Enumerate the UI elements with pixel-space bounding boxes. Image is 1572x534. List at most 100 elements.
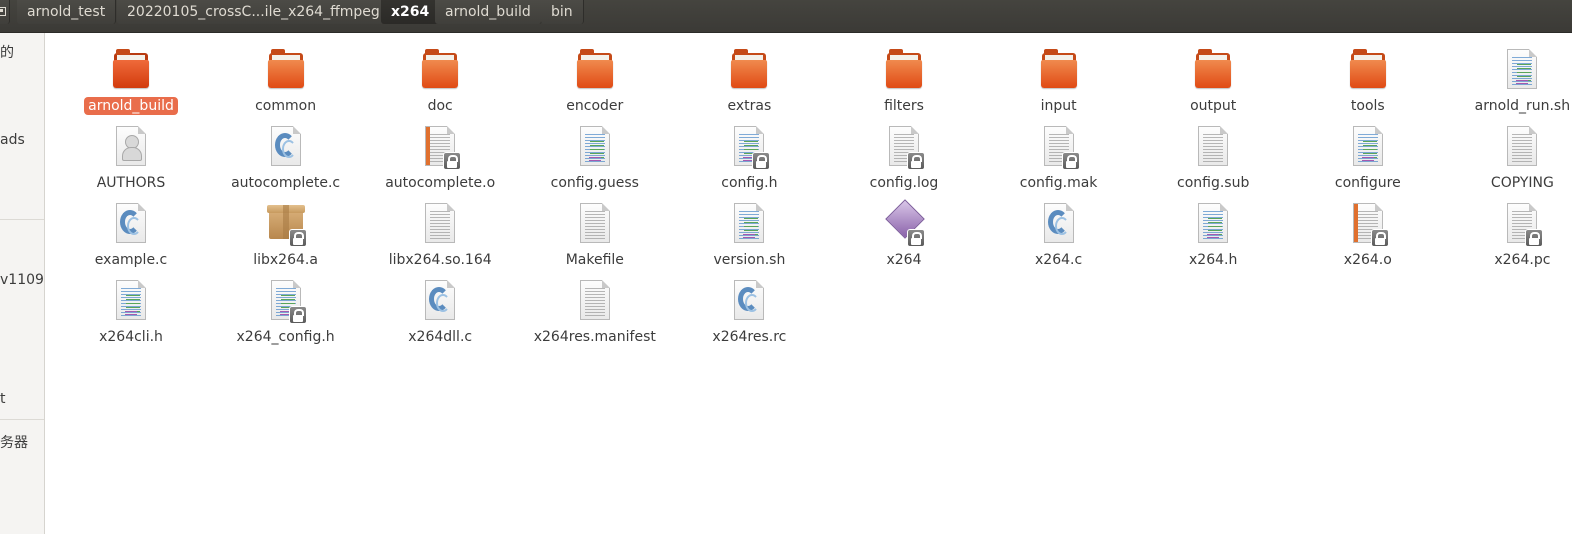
file-name-text: config.log — [869, 175, 939, 191]
file-item[interactable]: libx264.a — [211, 197, 361, 271]
file-name-text: libx264.so.164 — [388, 252, 492, 268]
file-name-label: autocomplete.c — [211, 175, 361, 191]
home-icon — [0, 7, 6, 16]
file-name-label: x264 — [829, 252, 979, 268]
file-name-text: x264.c — [1035, 252, 1083, 268]
lock-emblem-icon — [1061, 152, 1080, 170]
file-item[interactable]: output — [1138, 43, 1288, 117]
sidebar-item-2[interactable]: v1109 — [0, 272, 44, 288]
file-name-text: x264 — [886, 252, 922, 268]
object-file-icon — [1349, 201, 1389, 247]
file-name-label: x264.h — [1138, 252, 1288, 268]
sidebar-item-4[interactable]: 务器 — [0, 432, 28, 452]
file-name-text: x264dll.c — [408, 329, 473, 345]
file-name-label: x264res.rc — [674, 329, 824, 345]
file-name-label: example.c — [56, 252, 206, 268]
file-item[interactable]: autocomplete.o — [365, 120, 515, 194]
lock-emblem-icon — [907, 152, 925, 170]
shell-script-icon — [730, 201, 768, 247]
file-item[interactable]: x264res.rc — [674, 274, 824, 348]
file-item[interactable]: config.h — [674, 120, 824, 194]
c-header-icon — [1194, 201, 1232, 247]
file-item[interactable]: configure — [1293, 120, 1443, 194]
file-item[interactable]: libx264.so.164 — [365, 197, 515, 271]
file-name-label: AUTHORS — [56, 175, 206, 191]
file-name-text: x264.o — [1343, 252, 1392, 268]
authors-file-icon — [112, 124, 150, 170]
crumb-arnold-build[interactable]: arnold_build — [435, 0, 542, 24]
file-name-text: x264cli.h — [99, 329, 163, 345]
file-item[interactable]: doc — [365, 43, 515, 117]
c-source-icon — [421, 278, 459, 324]
c-source-icon — [267, 124, 305, 170]
file-name-text: doc — [427, 98, 453, 114]
file-item[interactable]: extras — [674, 43, 824, 117]
file-name-label: Makefile — [520, 252, 670, 268]
file-item[interactable]: x264.o — [1293, 197, 1443, 271]
file-item[interactable]: encoder — [520, 43, 670, 117]
file-item[interactable]: filters — [829, 43, 979, 117]
file-item[interactable]: x264.c — [984, 197, 1134, 271]
file-item[interactable]: x264 — [829, 197, 979, 271]
script-file-icon — [1349, 124, 1387, 170]
file-item[interactable]: version.sh — [674, 197, 824, 271]
sidebar-item-3[interactable]: t — [0, 391, 6, 407]
file-item[interactable]: x264.h — [1138, 197, 1288, 271]
file-name-text: COPYING — [1490, 175, 1554, 191]
home-crumb-icon[interactable] — [0, 0, 10, 24]
crumb-bin[interactable]: bin — [541, 0, 584, 24]
file-name-text: x264res.manifest — [533, 329, 656, 345]
file-name-label: config.log — [829, 175, 979, 191]
file-item[interactable]: autocomplete.c — [211, 120, 361, 194]
file-item[interactable]: x264_config.h — [211, 274, 361, 348]
file-name-label: doc — [365, 98, 515, 114]
file-item[interactable]: common — [211, 43, 361, 117]
crumb-x264[interactable]: x264 — [381, 0, 441, 24]
file-name-text: input — [1040, 98, 1077, 114]
script-file-icon — [576, 124, 614, 170]
folder-icon — [885, 47, 923, 93]
file-item[interactable]: config.guess — [520, 120, 670, 194]
file-name-label: x264dll.c — [365, 329, 515, 345]
file-name-text: config.mak — [1019, 175, 1098, 191]
file-name-label: libx264.a — [211, 252, 361, 268]
lock-emblem-icon — [907, 229, 925, 247]
lock-emblem-icon — [1370, 229, 1389, 247]
file-name-label: arnold_build — [56, 97, 206, 115]
file-item[interactable]: Makefile — [520, 197, 670, 271]
file-name-label: x264.pc — [1447, 252, 1572, 268]
crumb-arnold-test[interactable]: arnold_test — [17, 0, 117, 24]
file-item[interactable]: example.c — [56, 197, 206, 271]
file-item[interactable]: x264cli.h — [56, 274, 206, 348]
folder-icon — [112, 47, 150, 93]
folder-icon — [576, 47, 614, 93]
folder-icon — [1349, 47, 1387, 93]
file-item[interactable]: x264dll.c — [365, 274, 515, 348]
path-bar: arnold_test 20220105_crossC...ile_x264_f… — [0, 0, 1572, 33]
file-item[interactable]: arnold_run.sh — [1447, 43, 1572, 117]
file-item[interactable]: config.log — [829, 120, 979, 194]
sidebar-item-1[interactable]: ads — [0, 132, 25, 148]
text-file-icon — [576, 201, 614, 247]
file-item[interactable]: config.sub — [1138, 120, 1288, 194]
file-name-text: AUTHORS — [96, 175, 166, 191]
file-name-label: config.mak — [984, 175, 1134, 191]
file-item[interactable]: x264.pc — [1447, 197, 1572, 271]
file-item[interactable]: input — [984, 43, 1134, 117]
file-item[interactable]: config.mak — [984, 120, 1134, 194]
file-item[interactable]: tools — [1293, 43, 1443, 117]
sidebar-item-0[interactable]: 的 — [0, 42, 14, 62]
file-item[interactable]: arnold_build — [56, 43, 206, 117]
file-name-text: autocomplete.c — [231, 175, 341, 191]
file-name-text: x264_config.h — [236, 329, 335, 345]
file-name-label: x264.c — [984, 252, 1134, 268]
crumb-crosscompile[interactable]: 20220105_crossC...ile_x264_ffmpeg — [117, 0, 391, 24]
file-name-text: x264.h — [1189, 252, 1238, 268]
file-item[interactable]: x264res.manifest — [520, 274, 670, 348]
file-name-text: libx264.a — [253, 252, 318, 268]
archive-icon — [266, 201, 307, 247]
file-item[interactable]: COPYING — [1447, 120, 1572, 194]
file-item[interactable]: AUTHORS — [56, 120, 206, 194]
lock-emblem-icon — [443, 152, 462, 170]
file-name-text: tools — [1350, 98, 1385, 114]
